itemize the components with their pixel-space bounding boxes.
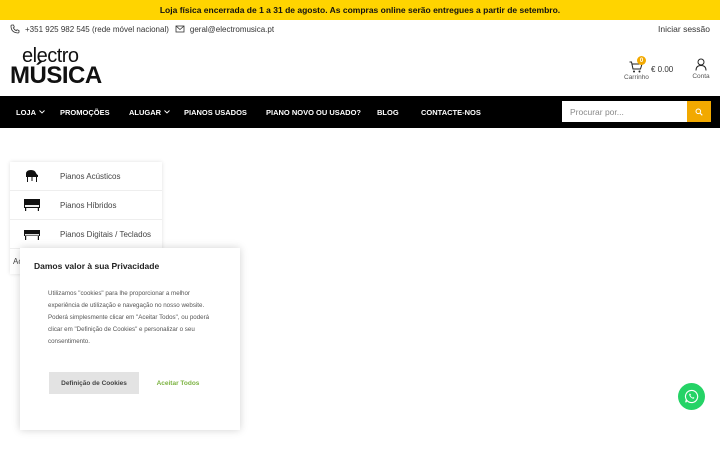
login-link[interactable]: Iniciar sessão [658,24,710,34]
announcement-bar: Loja física encerrada de 1 a 31 de agost… [0,0,720,20]
upright-piano-icon [22,198,42,212]
user-icon [695,58,707,71]
search-input[interactable] [562,101,687,122]
main-nav: LOJA PROMOÇÕES ALUGAR PIANOS USADOS PIAN… [0,96,720,128]
category-item-pianos-acusticos[interactable]: Pianos Acústicos [10,162,162,191]
logo-line2: MÚSICA [10,62,102,89]
category-label: Pianos Digitais / Teclados [60,229,152,239]
nav-item-contacte-nos[interactable]: CONTACTE-NOS [421,96,481,128]
nav-item-pianos-usados[interactable]: PIANOS USADOS [184,96,247,128]
cart-count-badge: 0 [637,56,646,65]
cookie-text: Utilizamos "cookies" para lhe proporcion… [48,290,210,345]
nav-item-promocoes[interactable]: PROMOÇÕES [60,96,110,128]
digital-piano-icon [22,227,42,241]
whatsapp-icon [684,389,699,404]
whatsapp-chat-button[interactable] [678,383,705,410]
nav-item-label: BLOG [377,107,399,117]
cart-button[interactable]: 0 Carrinho € 0.00 [624,56,674,86]
category-item-pianos-digitais[interactable]: Pianos Digitais / Teclados [10,220,162,249]
nav-item-label: CONTACTE-NOS [421,107,481,117]
chevron-down-icon [164,110,170,114]
phone-contact[interactable]: +351 925 982 545 (rede móvel nacional) [10,24,169,34]
account-label: Conta [692,73,710,80]
account-button[interactable]: Conta [690,56,712,86]
phone-text: +351 925 982 545 (rede móvel nacional) [25,24,169,34]
top-contact-bar: +351 925 982 545 (rede móvel nacional) g… [0,20,720,38]
nav-item-loja[interactable]: LOJA [16,96,45,128]
cart-label: Carrinho [624,74,649,81]
cookie-consent-dialog: Damos valor à sua Privacidade Utilizamos… [20,248,240,430]
nav-item-label: PIANO NOVO OU USADO? [266,107,362,117]
email-contact[interactable]: geral@electromusica.pt [175,24,274,34]
nav-item-blog[interactable]: BLOG [377,96,399,128]
email-text: geral@electromusica.pt [189,24,275,34]
cookie-settings-button[interactable]: Definição de Cookies [49,372,139,394]
announcement-text: Loja física encerrada de 1 a 31 de agost… [159,5,561,15]
grand-piano-icon [22,169,42,183]
site-header: electro MÚSICA 0 Carrinho € 0.00 Conta [0,38,720,96]
accept-all-button[interactable]: Aceitar Todos [148,372,208,394]
nav-item-label: LOJA [16,107,37,117]
cart-total: € 0.00 [651,65,674,74]
category-label: Pianos Acústicos [60,171,121,181]
nav-item-label: PROMOÇÕES [60,107,110,117]
chevron-down-icon [39,110,45,114]
nav-item-label: ALUGAR [129,107,162,117]
nav-item-label: PIANOS USADOS [184,107,247,117]
site-logo[interactable]: electro MÚSICA [10,46,110,90]
nav-item-piano-novo-ou-usado[interactable]: PIANO NOVO OU USADO? [266,96,361,128]
phone-icon [10,24,20,34]
search-icon [695,108,703,116]
nav-item-alugar[interactable]: ALUGAR [129,96,170,128]
category-label: Pianos Híbridos [60,200,117,210]
search-bar [562,101,711,122]
category-item-pianos-hibridos[interactable]: Pianos Híbridos [10,191,162,220]
email-icon [175,24,185,34]
cookie-title: Damos valor à sua Privacidade [34,261,160,271]
search-button[interactable] [687,101,711,122]
